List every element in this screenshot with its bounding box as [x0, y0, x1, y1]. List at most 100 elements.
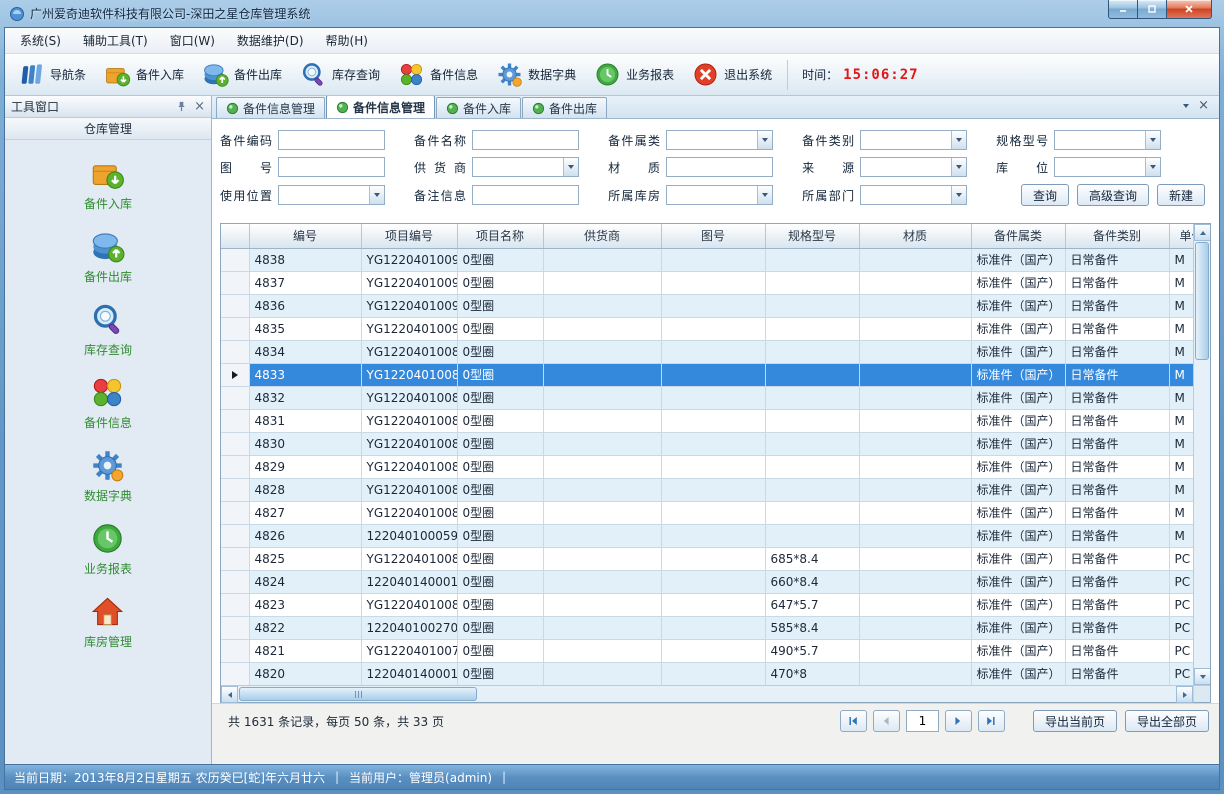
table-row[interactable]: 4831YG122040100860型圈标准件（国产）日常备件M: [221, 409, 1193, 432]
chevron-down-icon[interactable]: [951, 186, 966, 204]
scroll-up-icon[interactable]: [1194, 224, 1210, 241]
sidebar-item-box-out[interactable]: 备件出库: [84, 229, 132, 285]
table-row[interactable]: 482412204014000120型圈660*8.4标准件（国产）日常备件PC: [221, 570, 1193, 593]
column-header-2[interactable]: 项目名称: [457, 224, 543, 248]
toolbar-button-exit[interactable]: 退出系统: [683, 57, 781, 92]
chevron-down-icon[interactable]: [951, 158, 966, 176]
page-number-input[interactable]: [906, 710, 939, 732]
table-row[interactable]: 4832YG122040100870型圈标准件（国产）日常备件M: [221, 386, 1193, 409]
column-header-5[interactable]: 规格型号: [765, 224, 859, 248]
table-row[interactable]: 4828YG122040100830型圈标准件（国产）日常备件M: [221, 478, 1193, 501]
chevron-down-icon[interactable]: [757, 131, 772, 149]
chevron-down-icon[interactable]: [369, 186, 384, 204]
toolbar-button-data-dict[interactable]: 数据字典: [487, 57, 585, 92]
menu-item-0[interactable]: 系统(S): [9, 28, 72, 53]
toolbar-button-navbar[interactable]: 导航条: [9, 57, 95, 92]
scroll-left-icon[interactable]: [221, 686, 238, 703]
column-header-4[interactable]: 图号: [661, 224, 765, 248]
maximize-button[interactable]: [1137, 0, 1166, 19]
part-code-input[interactable]: [278, 130, 385, 150]
column-header-9[interactable]: 单位: [1169, 224, 1193, 248]
sidebar-item-stock-search[interactable]: 库存查询: [84, 302, 132, 358]
vertical-scrollbar[interactable]: [1193, 224, 1210, 685]
part-name-input[interactable]: [472, 130, 579, 150]
query-button[interactable]: 查询: [1021, 184, 1069, 206]
supplier-select[interactable]: [472, 157, 579, 177]
table-row[interactable]: 482012204014000130型圈470*8标准件（国产）日常备件PC: [221, 662, 1193, 685]
sidebar-item-report[interactable]: 业务报表: [84, 521, 132, 577]
part-category-select[interactable]: [666, 130, 773, 150]
column-header-8[interactable]: 备件类别: [1065, 224, 1169, 248]
tab-0[interactable]: 备件信息管理: [216, 97, 325, 118]
sidebar-item-parts-info[interactable]: 备件信息: [84, 375, 132, 431]
tab-3[interactable]: 备件出库: [522, 97, 607, 118]
table-row[interactable]: 4837YG122040100920型圈标准件（国产）日常备件M: [221, 271, 1193, 294]
table-row[interactable]: 4821YG122040100790型圈490*5.7标准件（国产）日常备件PC: [221, 639, 1193, 662]
table-row[interactable]: 4829YG122040100840型圈标准件（国产）日常备件M: [221, 455, 1193, 478]
table-row[interactable]: 4833YG122040100880型圈标准件（国产）日常备件M: [221, 363, 1193, 386]
scroll-down-icon[interactable]: [1194, 668, 1210, 685]
drawing-no-input[interactable]: [278, 157, 385, 177]
export-current-page-button[interactable]: 导出当前页: [1033, 710, 1117, 732]
toolbar-button-stock-search[interactable]: 库存查询: [291, 57, 389, 92]
column-header-6[interactable]: 材质: [859, 224, 971, 248]
remark-input[interactable]: [472, 185, 579, 205]
chevron-down-icon[interactable]: [1145, 158, 1160, 176]
hscroll-track[interactable]: [238, 686, 1176, 702]
menu-item-4[interactable]: 帮助(H): [315, 28, 379, 53]
chevron-down-icon[interactable]: [1145, 131, 1160, 149]
table-row[interactable]: 482212204010027000型圈585*8.4标准件（国产）日常备件PC: [221, 616, 1193, 639]
table-row[interactable]: 4825YG122040100810型圈685*8.4标准件（国产）日常备件PC: [221, 547, 1193, 570]
column-header-0[interactable]: 编号: [249, 224, 361, 248]
column-header-3[interactable]: 供货商: [543, 224, 661, 248]
horizontal-scrollbar[interactable]: [221, 686, 1193, 702]
material-input[interactable]: [666, 157, 773, 177]
first-page-button[interactable]: [840, 710, 867, 732]
vscroll-track[interactable]: [1194, 241, 1210, 668]
use-position-select[interactable]: [278, 185, 385, 205]
chevron-down-icon[interactable]: [563, 158, 578, 176]
column-header-1[interactable]: 项目编号: [361, 224, 457, 248]
column-header-7[interactable]: 备件属类: [971, 224, 1065, 248]
table-row[interactable]: 4836YG122040100910型圈标准件（国产）日常备件M: [221, 294, 1193, 317]
table-row[interactable]: 4823YG122040100800型圈647*5.7标准件（国产）日常备件PC: [221, 593, 1193, 616]
table-row[interactable]: 4835YG122040100900型圈标准件（国产）日常备件M: [221, 317, 1193, 340]
sidebar-item-home[interactable]: 库房管理: [84, 594, 132, 650]
location-select[interactable]: [1054, 157, 1161, 177]
close-button[interactable]: [1166, 0, 1212, 19]
advanced-query-button[interactable]: 高级查询: [1077, 184, 1149, 206]
chevron-down-icon[interactable]: [951, 131, 966, 149]
new-button[interactable]: 新建: [1157, 184, 1205, 206]
menu-item-1[interactable]: 辅助工具(T): [72, 28, 159, 53]
tool-window-close-icon[interactable]: ×: [194, 100, 205, 113]
table-row[interactable]: 4838YG122040100930型圈标准件（国产）日常备件M: [221, 248, 1193, 271]
tab-2[interactable]: 备件入库: [436, 97, 521, 118]
part-type-select[interactable]: [860, 130, 967, 150]
next-page-button[interactable]: [945, 710, 972, 732]
menu-item-3[interactable]: 数据维护(D): [226, 28, 315, 53]
toolbar-button-box-out[interactable]: 备件出库: [193, 57, 291, 92]
table-row[interactable]: 4830YG122040100850型圈标准件（国产）日常备件M: [221, 432, 1193, 455]
last-page-button[interactable]: [978, 710, 1005, 732]
sidebar-item-data-dict[interactable]: 数据字典: [84, 448, 132, 504]
toolbar-button-box-in[interactable]: 备件入库: [95, 57, 193, 92]
scroll-right-icon[interactable]: [1176, 686, 1193, 703]
toolbar-button-report[interactable]: 业务报表: [585, 57, 683, 92]
menu-item-2[interactable]: 窗口(W): [159, 28, 226, 53]
tab-close-icon[interactable]: ×: [1198, 99, 1209, 112]
department-select[interactable]: [860, 185, 967, 205]
warehouse-select[interactable]: [666, 185, 773, 205]
toolbar-button-parts-info[interactable]: 备件信息: [389, 57, 487, 92]
pin-icon[interactable]: [176, 101, 187, 112]
sidebar-item-box-in[interactable]: 备件入库: [84, 156, 132, 212]
hscroll-thumb[interactable]: [239, 687, 477, 701]
chevron-down-icon[interactable]: [757, 186, 772, 204]
export-all-pages-button[interactable]: 导出全部页: [1125, 710, 1209, 732]
prev-page-button[interactable]: [873, 710, 900, 732]
table-row[interactable]: 4834YG122040100890型圈标准件（国产）日常备件M: [221, 340, 1193, 363]
table-row[interactable]: 4827YG122040100820型圈标准件（国产）日常备件M: [221, 501, 1193, 524]
minimize-button[interactable]: [1108, 0, 1137, 19]
tab-list-dropdown-icon[interactable]: [1183, 104, 1189, 108]
sidebar-group-warehouse[interactable]: 仓库管理: [5, 118, 211, 140]
source-select[interactable]: [860, 157, 967, 177]
